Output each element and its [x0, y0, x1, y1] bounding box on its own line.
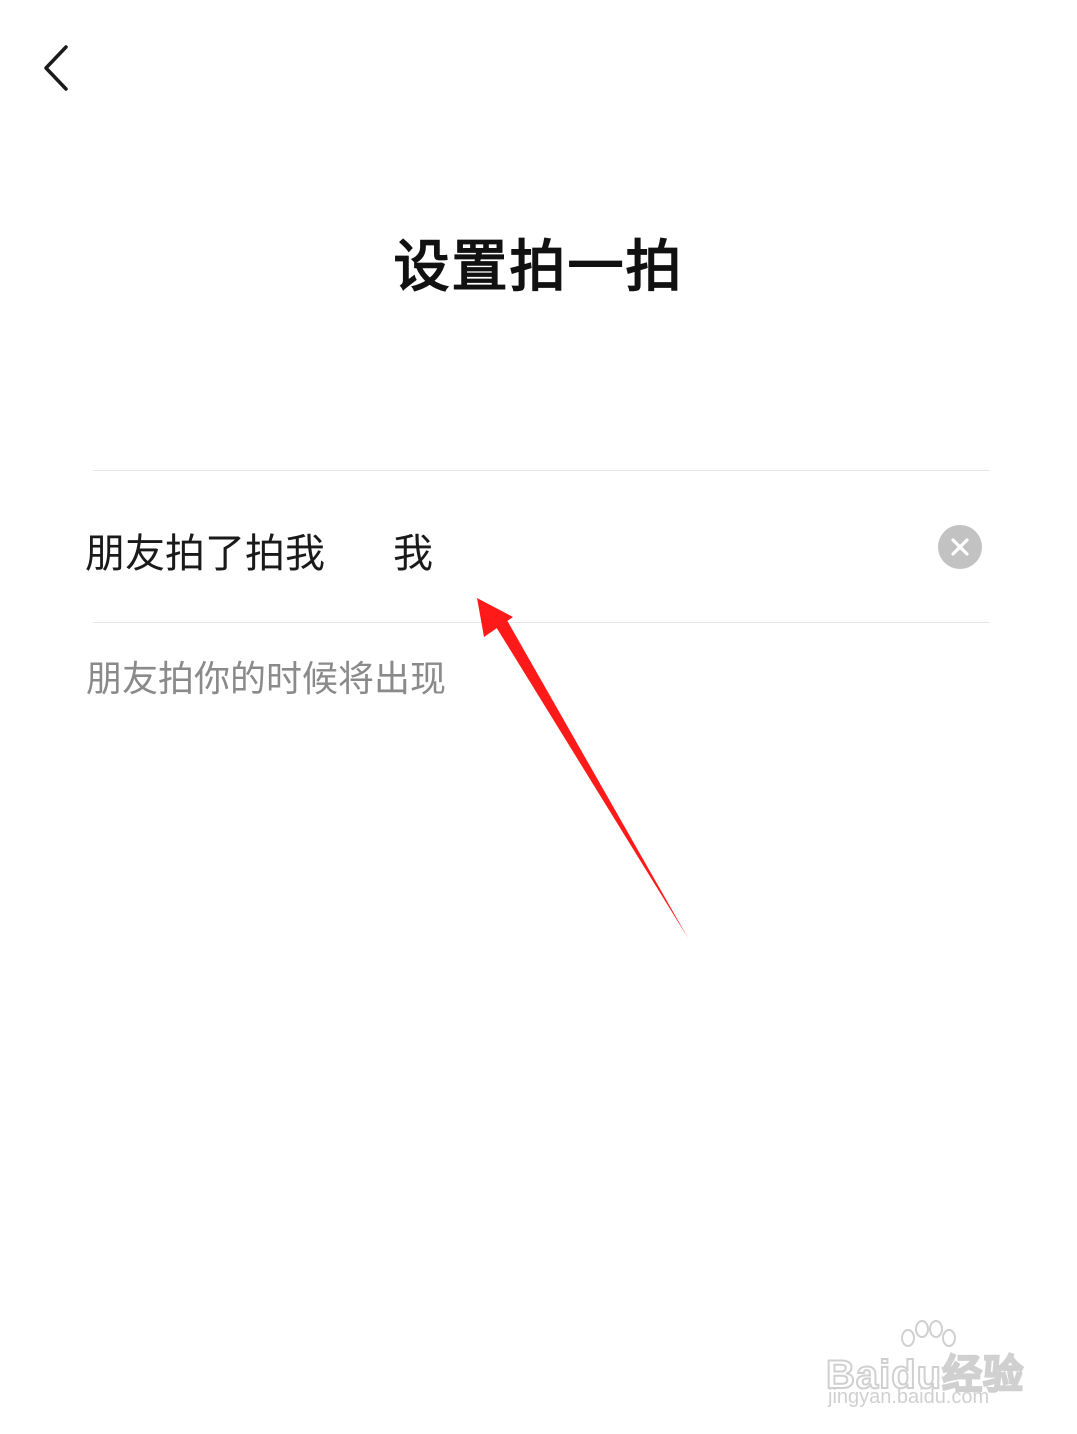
- pat-prefix-label: 朋友拍了拍我: [85, 531, 325, 577]
- arrow-head: [477, 598, 513, 637]
- chevron-left-icon: [44, 45, 68, 91]
- pat-input-row: 朋友拍了拍我: [85, 500, 990, 600]
- page-title: 设置拍一拍: [393, 235, 684, 300]
- divider-top: [93, 470, 990, 471]
- baidu-watermark: Baidu经验 jingyan.baidu.com: [825, 1320, 1026, 1410]
- back-button[interactable]: [30, 40, 80, 96]
- watermark-url: jingyan.baidu.com: [828, 1386, 990, 1408]
- hint-text: 朋友拍你的时候将出现: [86, 659, 447, 700]
- clear-circle-icon: [951, 538, 969, 556]
- pat-suffix-input[interactable]: [393, 527, 813, 573]
- divider-bottom: [93, 622, 990, 623]
- clear-button[interactable]: [938, 525, 982, 569]
- red-arrow-annotation: [477, 598, 688, 938]
- arrow-shaft: [493, 615, 688, 938]
